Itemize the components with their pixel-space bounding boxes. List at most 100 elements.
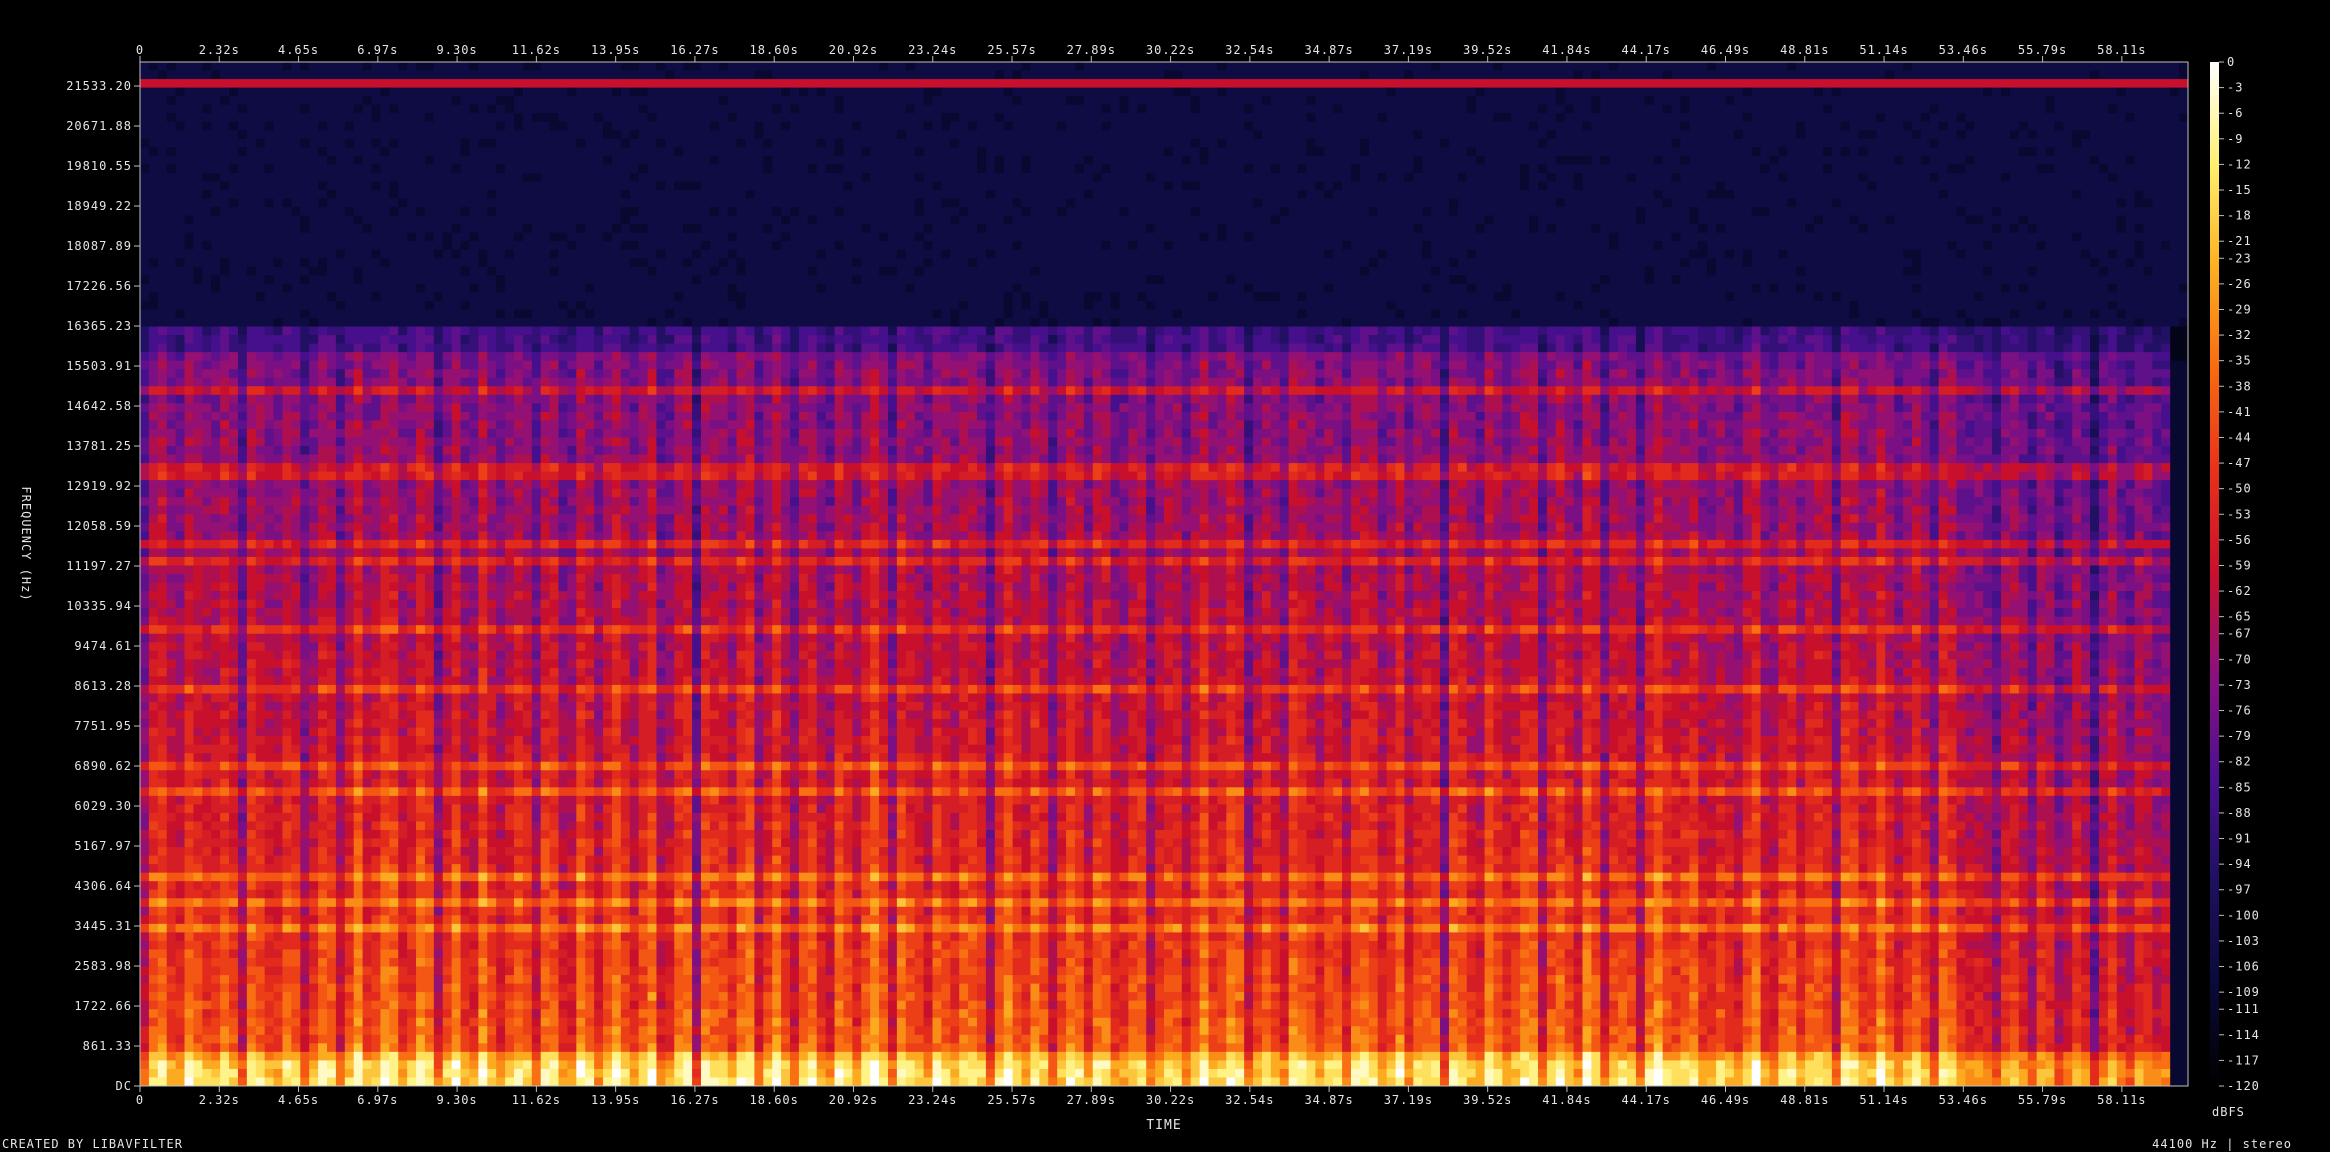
heatmap-cell — [1752, 113, 1877, 122]
heatmap-cell — [1876, 395, 1894, 404]
heatmap-cell — [1253, 489, 1262, 498]
heatmap-cell — [2054, 455, 2063, 464]
heatmap-cell — [550, 386, 559, 395]
heatmap-cell — [1075, 429, 1084, 438]
heatmap-cell — [1173, 241, 1343, 250]
heatmap-cell — [1066, 327, 1084, 336]
heatmap-cell — [220, 480, 229, 489]
heatmap-cell — [594, 403, 603, 412]
heatmap-cell — [2019, 122, 2028, 131]
heatmap-cell — [211, 327, 220, 336]
heatmap-cell — [1306, 403, 1315, 412]
heatmap-cell — [576, 429, 585, 438]
heatmap-cell — [1289, 344, 1307, 353]
heatmap-cell — [1698, 386, 1707, 395]
heatmap-cell — [888, 344, 897, 353]
heatmap-cell — [2072, 369, 2081, 378]
heatmap-cell — [1520, 309, 1601, 318]
heatmap-cell — [336, 378, 345, 387]
heatmap-cell — [140, 480, 149, 489]
heatmap-cell — [781, 446, 808, 455]
heatmap-cell — [1102, 105, 1111, 114]
heatmap-cell — [434, 344, 452, 353]
heatmap-cell — [1217, 224, 1226, 233]
heatmap-cell — [639, 420, 648, 429]
heatmap-cell — [487, 437, 496, 446]
heatmap-cell — [559, 480, 577, 489]
heatmap-cell — [2126, 113, 2135, 122]
heatmap-cell — [835, 395, 844, 404]
heatmap-cell — [692, 455, 701, 464]
heatmap-cell — [1547, 173, 1556, 182]
heatmap-cell — [354, 463, 363, 472]
heatmap-cell — [1333, 105, 1342, 114]
heatmap-cell — [282, 284, 291, 293]
heatmap-cell — [541, 412, 550, 421]
heatmap-cell — [1440, 437, 1449, 446]
heatmap-cell — [763, 156, 772, 165]
heatmap-cell — [193, 327, 202, 336]
heatmap-cell — [229, 258, 274, 267]
heatmap-cell — [2046, 463, 2055, 472]
heatmap-cell — [1574, 446, 1583, 455]
heatmap-cell — [977, 480, 986, 489]
heatmap-cell — [692, 472, 701, 481]
heatmap-cell — [1778, 429, 1796, 438]
heatmap-cell — [1226, 224, 1413, 233]
heatmap-cell — [220, 181, 229, 190]
heatmap-cell — [763, 429, 772, 438]
heatmap-cell — [1030, 335, 1039, 344]
heatmap-cell — [1761, 327, 1770, 336]
heatmap-cell — [1039, 335, 1048, 344]
heatmap-cell — [1645, 369, 1654, 378]
heatmap-cell — [995, 463, 1004, 472]
heatmap-cell — [719, 207, 728, 216]
heatmap-cell — [1387, 361, 1405, 370]
heatmap-cell — [621, 378, 630, 387]
heatmap-cell — [968, 378, 977, 387]
heatmap-cell — [336, 480, 345, 489]
heatmap-cell — [1965, 216, 1983, 225]
heatmap-cell — [247, 335, 301, 344]
heatmap-cell — [1654, 327, 1663, 336]
heatmap-cell — [612, 412, 621, 421]
heatmap-cell — [648, 352, 657, 361]
heatmap-cell — [452, 361, 461, 370]
heatmap-cell — [1698, 369, 1707, 378]
heatmap-cell — [1209, 292, 1218, 301]
heatmap-cell — [1992, 386, 2001, 395]
heatmap-cell — [843, 344, 852, 353]
heatmap-cell — [167, 352, 176, 361]
heatmap-cell — [2019, 455, 2037, 464]
heatmap-cell — [1404, 71, 1413, 80]
heatmap-cell — [167, 437, 176, 446]
heatmap-cell — [425, 301, 434, 310]
heatmap-cell — [2037, 344, 2055, 353]
heatmap-cell — [1654, 267, 1708, 276]
heatmap-cell — [1217, 88, 1226, 97]
heatmap-cell — [345, 250, 372, 259]
heatmap-cell — [1030, 446, 1039, 455]
heatmap-cell — [452, 335, 461, 344]
heatmap-cell — [692, 327, 701, 336]
heatmap-cell — [1583, 403, 1592, 412]
heatmap-cell — [986, 224, 1147, 233]
heatmap-cell — [621, 480, 630, 489]
heatmap-cell — [2054, 403, 2072, 412]
heatmap-cell — [2019, 403, 2037, 412]
heatmap-cell — [140, 378, 149, 387]
heatmap-cell — [2037, 455, 2046, 464]
heatmap-cell — [1974, 344, 1983, 353]
heatmap-cell — [1529, 455, 1538, 464]
heatmap-cell — [754, 395, 772, 404]
heatmap-cell — [968, 420, 986, 429]
heatmap-cell — [532, 420, 541, 429]
heatmap-cell — [1689, 156, 1770, 165]
heatmap-cell — [817, 284, 826, 293]
heatmap-cell — [870, 378, 879, 387]
heatmap-cell — [176, 429, 185, 438]
heatmap-cell — [1965, 395, 1974, 404]
heatmap-cell — [1431, 403, 1440, 412]
heatmap-cell — [986, 472, 995, 481]
heatmap-cell — [1146, 275, 1164, 284]
